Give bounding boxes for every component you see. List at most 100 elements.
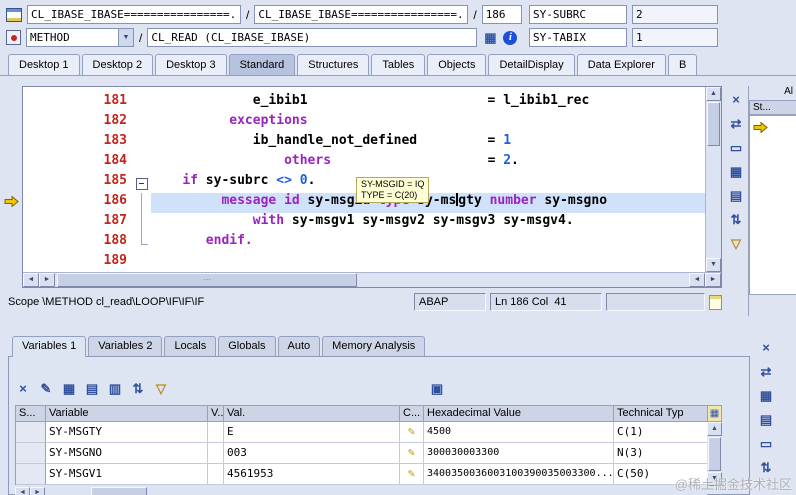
tab-detaildisplay[interactable]: DetailDisplay <box>488 54 575 75</box>
edit-value-icon[interactable]: ✎ <box>408 445 415 459</box>
row-selector[interactable] <box>16 464 46 485</box>
change-variable-icon[interactable]: ✎ <box>38 381 54 397</box>
column-header-s[interactable]: S... <box>16 405 46 422</box>
display-list-icon[interactable] <box>709 294 722 310</box>
main-program-field[interactable] <box>27 5 241 24</box>
abap-debugger-window: / / ▼ / ▦ i Desktop 1Desktop 2Desktop 3S… <box>0 0 796 495</box>
scroll-right-icon[interactable]: ► <box>39 273 55 287</box>
watch1-name-field[interactable] <box>529 5 627 24</box>
close-tool-icon[interactable]: × <box>758 340 774 356</box>
scroll-up-icon[interactable]: ▲ <box>706 87 721 101</box>
delete-variable-icon[interactable]: × <box>15 381 31 397</box>
tool-services-icon[interactable]: ▽ <box>728 236 744 252</box>
tab-data-explorer[interactable]: Data Explorer <box>576 54 666 75</box>
tab-objects[interactable]: Objects <box>427 54 487 75</box>
chevron-down-icon[interactable]: ▼ <box>118 28 134 47</box>
scroll-down-icon[interactable]: ▼ <box>706 258 721 272</box>
swap-tool-icon[interactable]: ⇄ <box>758 364 774 380</box>
choose-layout-icon[interactable]: ▦ <box>707 405 722 422</box>
code-line-187[interactable]: 187 with sy-msgv1 sy-msgv2 sy-msgv3 sy-m… <box>23 213 705 233</box>
maximize-tool-icon[interactable]: ▭ <box>758 436 774 452</box>
tab-locals[interactable]: Locals <box>164 336 217 356</box>
code-line-189[interactable]: 189 <box>23 253 705 272</box>
filter-icon[interactable]: ▽ <box>153 381 169 397</box>
scroll-sync-icon[interactable]: ⇅ <box>728 212 744 228</box>
tab-memory-analysis[interactable]: Memory Analysis <box>322 336 426 356</box>
maximize-tool-icon[interactable]: ▭ <box>728 140 744 156</box>
hex-value-cell: 4500 <box>424 422 614 443</box>
layout-icon[interactable]: ▤ <box>728 188 744 204</box>
layout-icon[interactable]: ▤ <box>758 412 774 428</box>
column-header-c[interactable]: C... <box>400 405 424 422</box>
column-header-variable[interactable]: Variable <box>46 405 208 422</box>
tab-b[interactable]: B <box>667 54 698 75</box>
table-row[interactable]: SY-MSGNO 003 ✎ 300030003300 N(3) <box>16 443 708 464</box>
watch2-value-field[interactable] <box>632 28 718 47</box>
table-view-icon[interactable]: ▦ <box>758 388 774 404</box>
fold-collapse-icon[interactable] <box>135 173 151 193</box>
scrollbar-thumb[interactable] <box>708 437 721 471</box>
tab-standard[interactable]: Standard <box>228 54 296 75</box>
editor-horizontal-scrollbar[interactable]: ◄ ► ⋯ ◄ ► <box>23 272 721 287</box>
tab-desktop-1[interactable]: Desktop 1 <box>8 54 80 75</box>
view-cell <box>208 443 224 464</box>
tab-desktop-3[interactable]: Desktop 3 <box>155 54 227 75</box>
scroll-left-icon[interactable]: ◄ <box>15 487 30 495</box>
swap-tool-icon[interactable]: ⇄ <box>728 116 744 132</box>
watch2-name-field[interactable] <box>529 28 627 47</box>
scroll-right-icon[interactable]: ► <box>705 273 721 287</box>
code-line-188[interactable]: 188 endif. <box>23 233 705 253</box>
row-selector[interactable] <box>16 422 46 443</box>
table-edit-icon[interactable]: ▦ <box>482 30 498 46</box>
code-line-183[interactable]: 183 ib_handle_not_defined = 1 <box>23 133 705 153</box>
column-header-technical-typ[interactable]: Technical Typ <box>614 405 708 422</box>
include-field[interactable] <box>254 5 469 24</box>
tab-desktop-2[interactable]: Desktop 2 <box>81 54 154 75</box>
save-layout-icon[interactable]: ▣ <box>429 381 445 397</box>
tab-auto[interactable]: Auto <box>277 336 321 356</box>
tab-globals[interactable]: Globals <box>218 336 276 356</box>
tab-variables-1[interactable]: Variables 1 <box>12 336 87 357</box>
scroll-left-icon[interactable]: ◄ <box>689 273 705 287</box>
scroll-up-icon[interactable]: ▲ <box>707 422 722 436</box>
table-row[interactable]: SY-MSGTY E ✎ 4500 C(1) <box>16 422 708 443</box>
table-horizontal-scrollbar[interactable]: ◄ ► <box>15 487 707 495</box>
code-text: others = 2. <box>151 153 705 173</box>
stack-list[interactable] <box>749 115 796 295</box>
event-detail-field[interactable] <box>147 28 478 47</box>
row-selector[interactable] <box>16 443 46 464</box>
columns-icon[interactable]: ▥ <box>107 381 123 397</box>
event-type-combo[interactable]: ▼ <box>26 28 134 47</box>
edit-value-icon[interactable]: ✎ <box>408 424 415 438</box>
tab-tables[interactable]: Tables <box>371 54 426 75</box>
column-header-hexadecimal-value[interactable]: Hexadecimal Value <box>424 405 614 422</box>
column-header-v[interactable]: V... <box>208 405 224 422</box>
code-line-182[interactable]: 182 exceptions <box>23 113 705 133</box>
change-value-cell[interactable]: ✎ <box>400 464 424 485</box>
scroll-right-icon[interactable]: ► <box>30 487 45 495</box>
scrollbar-thumb[interactable] <box>91 487 147 495</box>
scrollbar-thumb[interactable]: ⋯ <box>57 273 357 287</box>
tab-variables-2[interactable]: Variables 2 <box>88 336 163 356</box>
change-value-cell[interactable]: ✎ <box>400 443 424 464</box>
column-header-val[interactable]: Val. <box>224 405 400 422</box>
editor-vertical-scrollbar[interactable]: ▲ ▼ <box>705 87 721 272</box>
code-line-181[interactable]: 181 e_ibib1 = l_ibib1_rec <box>23 93 705 113</box>
sort-icon[interactable]: ⇅ <box>130 381 146 397</box>
line-number-field[interactable] <box>481 5 522 24</box>
watch1-value-field[interactable] <box>632 5 718 24</box>
append-row-icon[interactable]: ▦ <box>61 381 77 397</box>
stack-column-header[interactable]: St... <box>749 100 796 115</box>
close-tool-icon[interactable]: × <box>728 92 744 108</box>
table-row[interactable]: SY-MSGV1 4561953 ✎ 340035003600310039003500… <box>16 464 708 485</box>
change-value-cell[interactable]: ✎ <box>400 422 424 443</box>
insert-row-icon[interactable]: ▤ <box>84 381 100 397</box>
edit-value-icon[interactable]: ✎ <box>408 466 415 480</box>
scroll-left-icon[interactable]: ◄ <box>23 273 39 287</box>
scrollbar-thumb[interactable] <box>707 102 720 146</box>
event-type-field[interactable] <box>26 28 118 47</box>
tab-structures[interactable]: Structures <box>297 54 370 75</box>
code-line-184[interactable]: 184 others = 2. <box>23 153 705 173</box>
info-icon[interactable]: i <box>503 30 518 45</box>
new-tool-icon[interactable]: ▦ <box>728 164 744 180</box>
